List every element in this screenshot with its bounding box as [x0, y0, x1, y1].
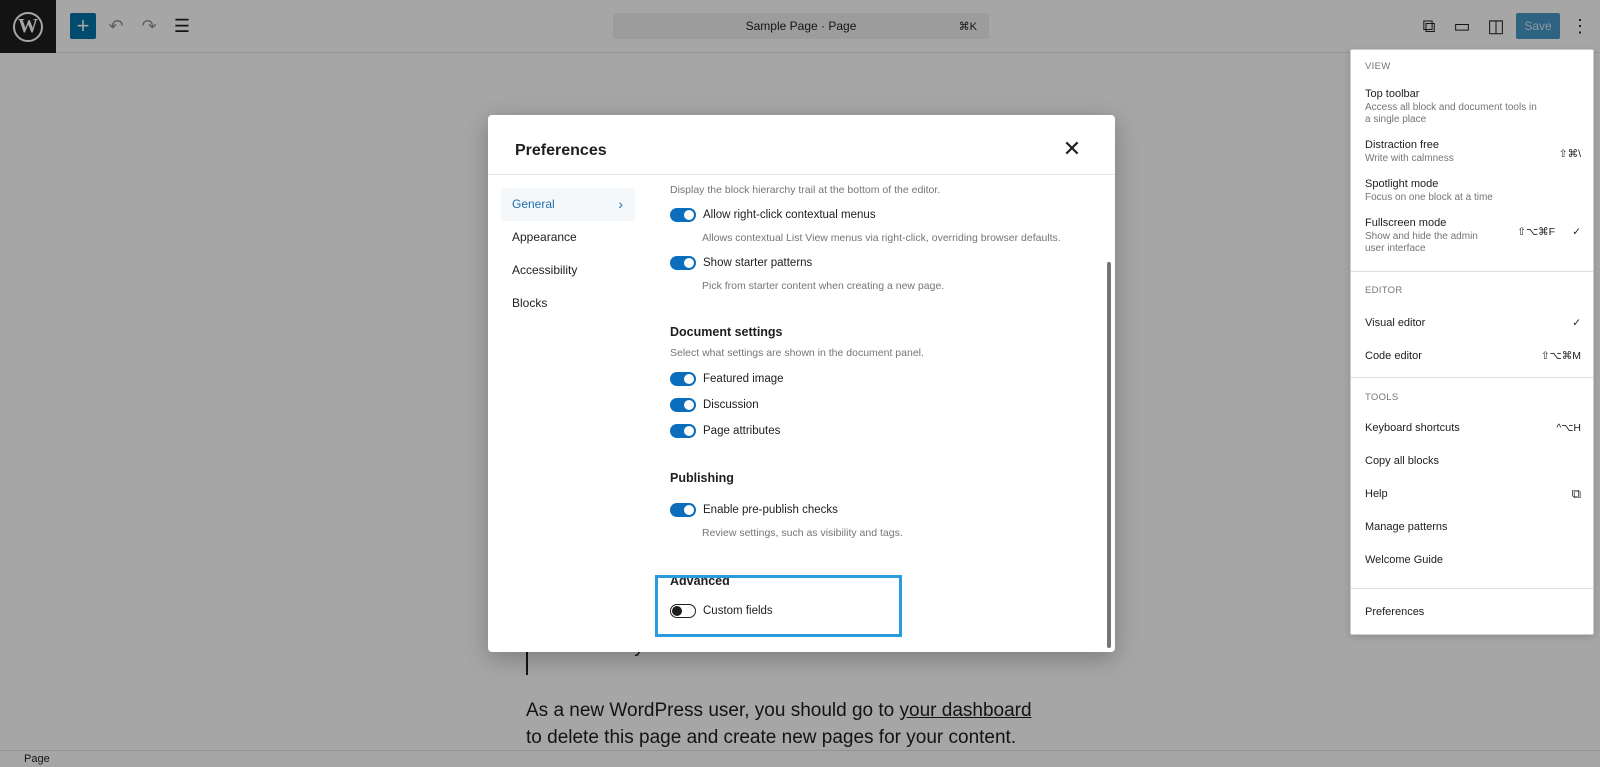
fullscreen-desc: Show and hide the admin user interface [1365, 231, 1478, 254]
preferences-label: Preferences [1365, 606, 1425, 618]
prepublish-toggle[interactable] [670, 503, 696, 517]
options-dropdown-menu: VIEW Top toolbar Access all block and do… [1350, 49, 1594, 635]
distraction-free-label: Distraction free [1365, 139, 1439, 151]
tab-general-label: General [512, 197, 555, 211]
modal-title: Preferences [515, 142, 607, 159]
menu-item-distraction-free[interactable]: Distraction free Write with calmness ⇧⌘\ [1365, 139, 1581, 165]
prepublish-desc: Review settings, such as visibility and … [702, 527, 903, 539]
distraction-free-desc: Write with calmness [1365, 153, 1454, 164]
featured-image-option[interactable]: Featured image [670, 372, 784, 386]
modal-scrollbar[interactable] [1107, 262, 1111, 648]
fullscreen-shortcut: ⇧⌥⌘F [1517, 226, 1555, 238]
tab-accessibility-label: Accessibility [512, 263, 578, 277]
spotlight-desc: Focus on one block at a time [1365, 192, 1493, 203]
prepublish-option[interactable]: Enable pre-publish checks [670, 503, 838, 517]
close-button[interactable]: ✕ [1061, 136, 1083, 161]
starter-patterns-label: Show starter patterns [703, 257, 813, 269]
manage-patterns-label: Manage patterns [1365, 521, 1448, 533]
help-label: Help [1365, 488, 1388, 500]
fullscreen-check-icon: ✓ [1572, 226, 1581, 238]
menu-item-spotlight[interactable]: Spotlight mode Focus on one block at a t… [1365, 178, 1581, 204]
starter-patterns-toggle[interactable] [670, 256, 696, 270]
menu-item-visual-editor[interactable]: Visual editor ✓ [1365, 317, 1581, 329]
menu-item-fullscreen[interactable]: Fullscreen mode Show and hide the admin … [1365, 217, 1581, 255]
document-settings-heading: Document settings [670, 325, 783, 339]
distraction-free-shortcut: ⇧⌘\ [1558, 148, 1581, 160]
welcome-guide-label: Welcome Guide [1365, 554, 1444, 566]
copy-all-blocks-label: Copy all blocks [1365, 455, 1439, 467]
tab-accessibility[interactable]: Accessibility [501, 254, 635, 287]
menu-item-help[interactable]: Help ⧉ [1365, 486, 1581, 501]
menu-item-preferences[interactable]: Preferences [1365, 606, 1581, 618]
spotlight-label: Spotlight mode [1365, 178, 1439, 190]
menu-divider [1351, 377, 1593, 378]
right-click-toggle[interactable] [670, 208, 696, 222]
tab-appearance[interactable]: Appearance [501, 221, 635, 254]
close-icon: ✕ [1062, 136, 1082, 161]
top-toolbar-desc: Access all block and document tools in a… [1365, 102, 1537, 125]
prepublish-label: Enable pre-publish checks [703, 504, 838, 516]
starter-patterns-desc: Pick from starter content when creating … [702, 280, 945, 292]
keyboard-shortcuts-shortcut: ^⌥H [1556, 422, 1581, 434]
menu-divider [1351, 271, 1593, 272]
preferences-modal: Preferences ✕ General › Appearance Acces… [488, 115, 1115, 652]
tab-appearance-label: Appearance [512, 230, 577, 244]
tab-general[interactable]: General › [501, 188, 635, 221]
top-toolbar-label: Top toolbar [1365, 88, 1420, 100]
menu-item-keyboard-shortcuts[interactable]: Keyboard shortcuts ^⌥H [1365, 422, 1581, 434]
chevron-right-icon: › [618, 196, 623, 212]
right-click-label: Allow right-click contextual menus [703, 209, 876, 221]
breadcrumb-option-desc: Display the block hierarchy trail at the… [670, 184, 941, 196]
menu-item-welcome-guide[interactable]: Welcome Guide [1365, 554, 1581, 566]
right-click-desc: Allows contextual List View menus via ri… [702, 232, 1061, 244]
visual-editor-check-icon: ✓ [1572, 317, 1581, 329]
right-click-option[interactable]: Allow right-click contextual menus [670, 208, 876, 222]
modal-header: Preferences ✕ [488, 115, 1115, 175]
page-attributes-label: Page attributes [703, 425, 781, 437]
menu-group-editor-label: EDITOR [1365, 285, 1403, 296]
menu-group-tools-label: TOOLS [1365, 392, 1399, 403]
document-settings-desc: Select what settings are shown in the do… [670, 347, 924, 359]
menu-item-top-toolbar[interactable]: Top toolbar Access all block and documen… [1365, 88, 1581, 126]
tab-blocks[interactable]: Blocks [501, 287, 635, 320]
featured-image-toggle[interactable] [670, 372, 696, 386]
page-attributes-toggle[interactable] [670, 424, 696, 438]
tab-blocks-label: Blocks [512, 296, 548, 310]
external-link-icon: ⧉ [1571, 486, 1581, 501]
code-editor-shortcut: ⇧⌥⌘M [1540, 350, 1581, 362]
discussion-label: Discussion [703, 399, 759, 411]
menu-item-manage-patterns[interactable]: Manage patterns [1365, 521, 1581, 533]
page-attributes-option[interactable]: Page attributes [670, 424, 780, 438]
advanced-highlight-box [655, 575, 902, 637]
publishing-heading: Publishing [670, 471, 734, 485]
preferences-nav: General › Appearance Accessibility Block… [501, 188, 635, 320]
discussion-option[interactable]: Discussion [670, 398, 759, 412]
featured-image-label: Featured image [703, 373, 784, 385]
menu-item-copy-all-blocks[interactable]: Copy all blocks [1365, 455, 1581, 467]
starter-patterns-option[interactable]: Show starter patterns [670, 256, 812, 270]
discussion-toggle[interactable] [670, 398, 696, 412]
keyboard-shortcuts-label: Keyboard shortcuts [1365, 422, 1460, 434]
menu-group-view-label: VIEW [1365, 61, 1391, 72]
menu-item-code-editor[interactable]: Code editor ⇧⌥⌘M [1365, 350, 1581, 362]
menu-divider [1351, 588, 1593, 589]
visual-editor-label: Visual editor [1365, 317, 1426, 329]
